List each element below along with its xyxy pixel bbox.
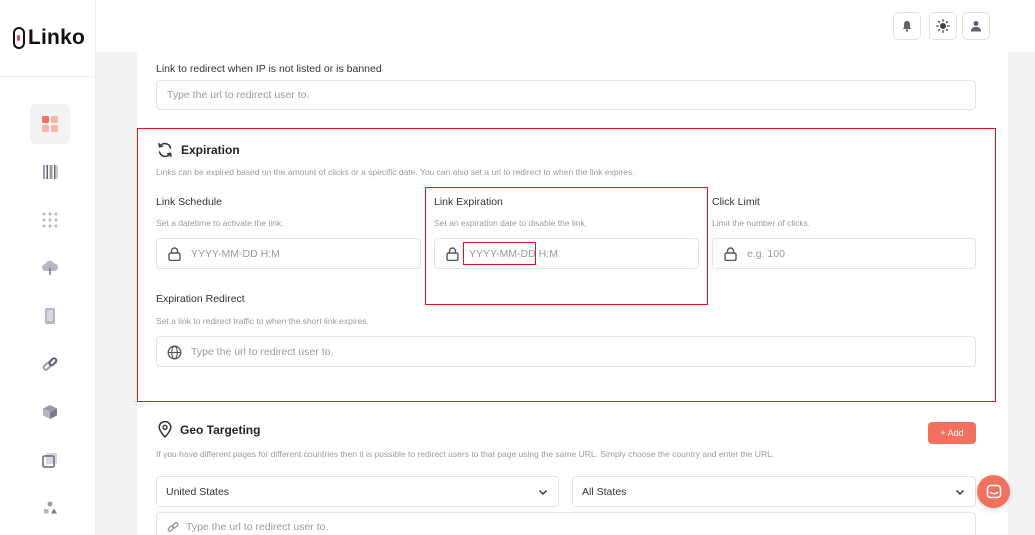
ip-redirect-label: Link to redirect when IP is not listed o… xyxy=(156,63,382,75)
grid-dots-icon xyxy=(42,212,58,228)
sidebar-item-dashboard[interactable] xyxy=(30,104,70,144)
state-select[interactable]: All States xyxy=(572,476,976,507)
link-expiration-help: Set an expiration date to disable the li… xyxy=(434,218,588,228)
geo-targeting-title-text: Geo Targeting xyxy=(180,422,261,437)
ip-redirect-input[interactable]: Type the url to redirect user to. xyxy=(156,80,976,110)
sidebar: Linko xyxy=(0,0,96,535)
sidebar-divider xyxy=(0,76,96,77)
add-geo-target-button[interactable]: + Add xyxy=(928,422,976,444)
state-select-value: All States xyxy=(582,485,627,498)
lock-icon xyxy=(446,247,459,261)
cube-icon xyxy=(43,405,57,419)
user-menu-button[interactable] xyxy=(962,12,990,40)
link-schedule-help: Set a datetime to activate the link. xyxy=(156,218,284,228)
sidebar-item-phone[interactable] xyxy=(30,296,70,336)
sidebar-item-shapes[interactable] xyxy=(30,488,70,528)
link-expiration-placeholder-time: H:M xyxy=(535,247,558,260)
logo-mark-icon xyxy=(13,27,25,49)
shapes-icon xyxy=(44,501,57,514)
user-icon xyxy=(971,21,981,32)
geo-targeting-title: Geo Targeting xyxy=(158,421,260,438)
link-expiration-input[interactable]: YYYY-MM-DD H:M xyxy=(434,238,699,269)
expiration-redirect-input[interactable]: Type the url to redirect user to. xyxy=(156,336,976,367)
click-limit-label: Click Limit xyxy=(712,196,760,208)
expiration-redirect-placeholder: Type the url to redirect user to. xyxy=(191,345,334,358)
chevron-down-icon xyxy=(539,490,547,495)
topbar xyxy=(96,0,1035,52)
link-schedule-placeholder: YYYY-MM-DD H:M xyxy=(191,247,280,260)
expiration-redirect-help: Set a link to redirect traffic to when t… xyxy=(156,316,369,326)
sidebar-item-projects[interactable] xyxy=(30,392,70,432)
refresh-icon xyxy=(158,142,172,158)
click-limit-placeholder: e.g. 100 xyxy=(747,247,785,260)
click-limit-input[interactable]: e.g. 100 xyxy=(712,238,976,269)
geo-targeting-description: If you have different pages for differen… xyxy=(156,449,775,459)
ip-redirect-placeholder: Type the url to redirect user to. xyxy=(167,89,310,101)
sidebar-item-grid[interactable] xyxy=(30,200,70,240)
phone-icon xyxy=(45,308,55,324)
logo-text: Linko xyxy=(28,26,85,49)
cloud-icon xyxy=(42,260,59,275)
link-schedule-label: Link Schedule xyxy=(156,196,222,208)
chat-icon xyxy=(986,484,1001,498)
expiration-redirect-label: Expiration Redirect xyxy=(156,293,245,305)
link-expiration-placeholder: YYYY-MM-DD H:M xyxy=(469,248,558,260)
link-expiration-placeholder-date: YYYY-MM-DD xyxy=(469,247,536,260)
expiration-description: Links can be expired based on the amount… xyxy=(156,167,635,177)
expiration-title: Expiration xyxy=(157,142,240,158)
dashboard-icon xyxy=(42,116,58,132)
sidebar-item-cloud[interactable] xyxy=(30,248,70,288)
globe-icon xyxy=(167,345,182,360)
country-select-value: United States xyxy=(166,485,230,498)
copy-icon xyxy=(42,453,57,468)
link-icon xyxy=(167,521,179,533)
chat-widget-button[interactable] xyxy=(977,475,1010,508)
sidebar-item-barcode[interactable] xyxy=(30,152,70,192)
logo[interactable]: Linko xyxy=(13,26,85,50)
country-select[interactable]: United States xyxy=(156,476,559,507)
sidebar-item-links[interactable] xyxy=(30,344,70,384)
geo-url-placeholder: Type the url to redirect user to. xyxy=(186,521,329,533)
bell-icon xyxy=(902,21,912,32)
lock-icon xyxy=(168,247,181,261)
map-pin-icon xyxy=(158,421,172,438)
link-settings-card xyxy=(137,52,1008,535)
link-expiration-label: Link Expiration xyxy=(434,196,503,208)
sun-icon xyxy=(936,19,950,33)
notifications-button[interactable] xyxy=(893,12,921,40)
chevron-down-icon xyxy=(956,490,964,495)
click-limit-help: Limit the number of clicks. xyxy=(712,218,811,228)
sidebar-item-copy[interactable] xyxy=(30,440,70,480)
theme-toggle-button[interactable] xyxy=(929,12,957,40)
lock-icon xyxy=(724,247,737,261)
geo-url-input[interactable]: Type the url to redirect user to. xyxy=(156,512,976,535)
barcode-icon xyxy=(43,165,58,179)
expiration-title-text: Expiration xyxy=(181,143,240,157)
link-icon xyxy=(42,357,58,371)
link-schedule-input[interactable]: YYYY-MM-DD H:M xyxy=(156,238,421,269)
